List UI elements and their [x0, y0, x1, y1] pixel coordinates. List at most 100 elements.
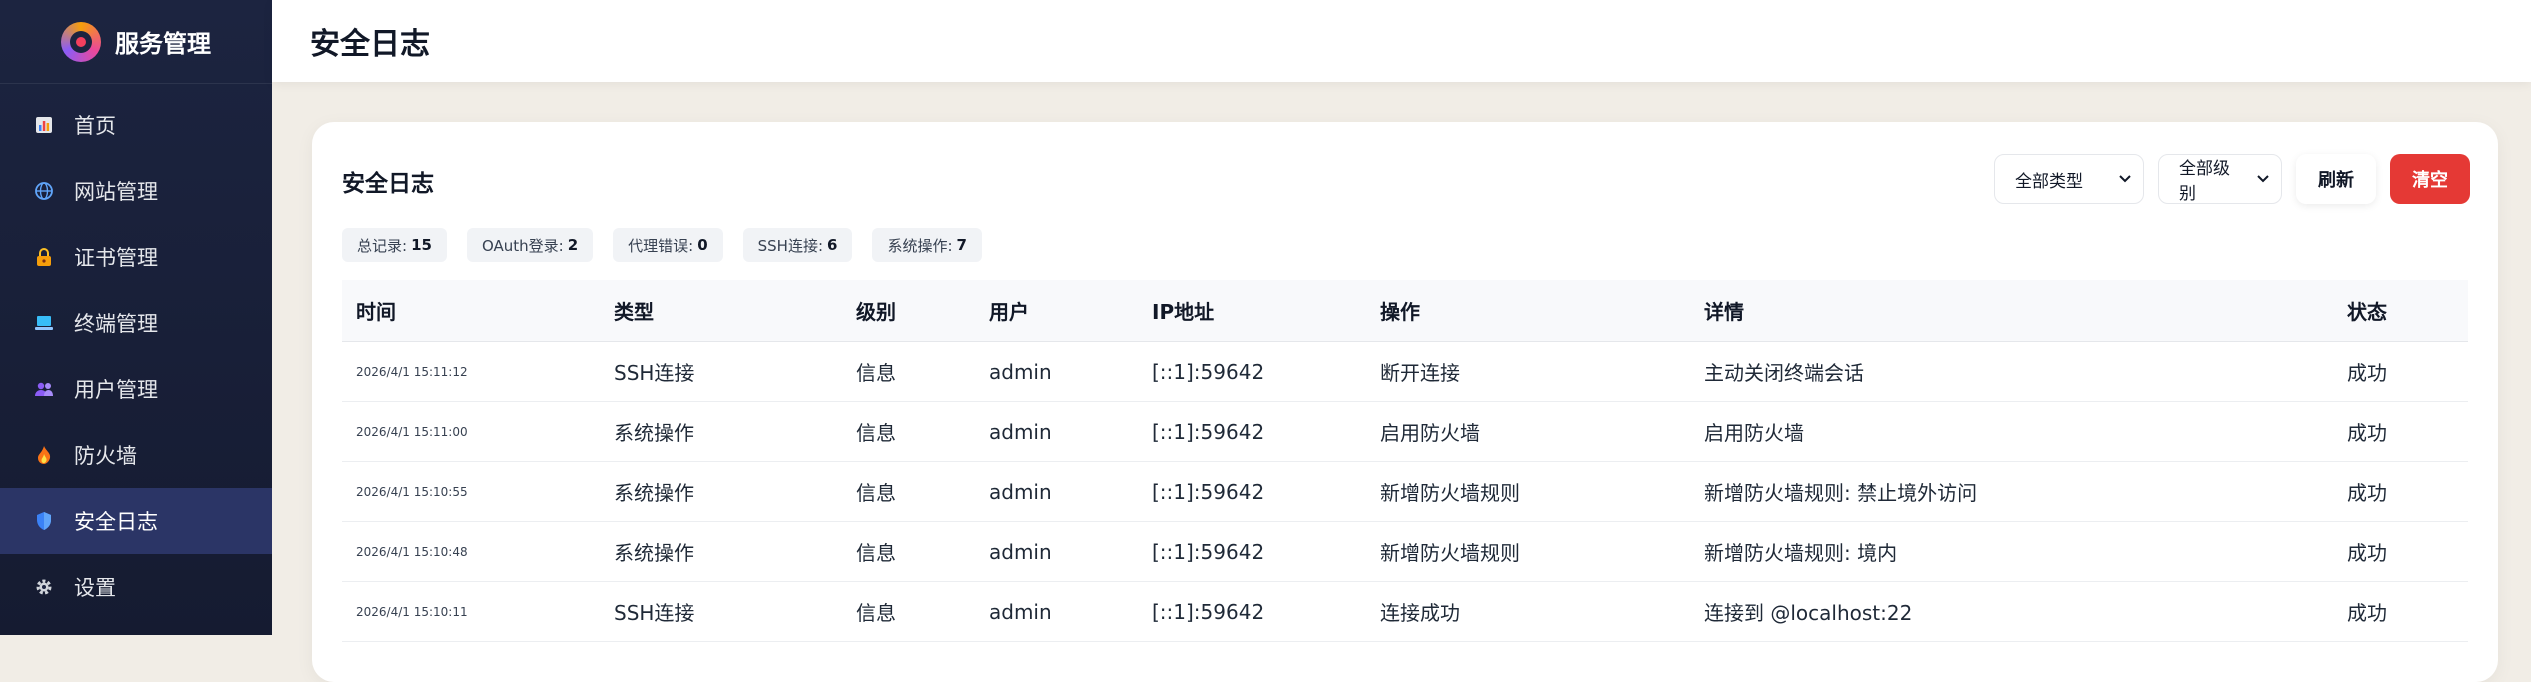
stat-label: 代理错误:: [628, 236, 694, 255]
cell-time: 2026/4/1 15:10:48: [356, 544, 468, 559]
sidebar-nav: 首页 网站管理 证书管理 终端管理 用户管理 防火墙 安全日志 设置: [0, 84, 272, 620]
cell-detail: 连接到 @localhost:22: [1704, 601, 1913, 625]
stat-system-ops: 系统操作: 7: [872, 228, 982, 262]
stat-label: 系统操作:: [887, 236, 953, 255]
stat-ssh: SSH连接: 6: [742, 228, 853, 262]
cell-ip: [::1]:59642: [1152, 359, 1265, 384]
lock-icon: [34, 247, 54, 267]
fire-icon: [34, 445, 54, 465]
stat-value: 15: [411, 236, 432, 254]
stat-label: SSH连接:: [757, 236, 824, 255]
sidebar-item-users[interactable]: 用户管理: [0, 356, 272, 422]
column-header-ip: IP地址: [1152, 300, 1215, 324]
sidebar-item-label: 证书管理: [74, 246, 158, 270]
sidebar-item-security-logs[interactable]: 安全日志: [0, 488, 272, 554]
cell-user: admin: [989, 539, 1052, 564]
security-log-card: 安全日志 全部类型 全部级别 刷新 清空 总记录: 15 OAuth登录: 2 代理…: [312, 122, 2498, 682]
sidebar-item-websites[interactable]: 网站管理: [0, 158, 272, 224]
column-header-time: 时间: [356, 300, 396, 324]
cell-detail: 新增防火墙规则: 境内: [1704, 541, 1898, 565]
cell-level: 信息: [856, 421, 896, 445]
column-header-type: 类型: [614, 300, 654, 324]
chevron-down-icon: [2119, 171, 2131, 187]
users-icon: [34, 379, 54, 399]
shield-icon: [34, 511, 54, 531]
stat-value: 7: [956, 236, 967, 254]
globe-icon: [34, 181, 54, 201]
sidebar-item-settings[interactable]: 设置: [0, 554, 272, 620]
page-title: 安全日志: [310, 27, 430, 62]
cell-ip: [::1]:59642: [1152, 599, 1265, 624]
cell-operation: 断开连接: [1380, 361, 1460, 385]
stat-value: 2: [567, 236, 579, 254]
stat-proxy-errors: 代理错误: 0: [613, 228, 723, 262]
sidebar-item-terminals[interactable]: 终端管理: [0, 290, 272, 356]
cell-ip: [::1]:59642: [1152, 539, 1265, 564]
stat-value: 6: [827, 236, 838, 254]
bar-chart-icon: [34, 115, 54, 135]
sidebar-item-label: 网站管理: [74, 180, 158, 204]
cell-user: admin: [989, 419, 1052, 444]
cell-operation: 启用防火墙: [1380, 421, 1480, 445]
cell-ip: [::1]:59642: [1152, 419, 1265, 444]
cell-type: 系统操作: [614, 481, 694, 505]
stat-label: 总记录:: [357, 236, 408, 255]
top-header: 安全日志: [272, 0, 2531, 82]
column-header-detail: 详情: [1704, 300, 1744, 324]
type-filter-value: 全部类型: [2015, 171, 2083, 192]
laptop-icon: [34, 313, 54, 333]
sidebar-item-home[interactable]: 首页: [0, 92, 272, 158]
table-row: 2026/4/1 15:11:00 系统操作 信息 admin [::1]:59…: [342, 402, 2468, 462]
app-title: 服务管理: [115, 30, 211, 58]
cell-operation: 新增防火墙规则: [1380, 481, 1520, 505]
level-filter-value: 全部级别: [2179, 159, 2230, 204]
cell-user: admin: [989, 479, 1052, 504]
cell-status: 成功: [2347, 361, 2387, 385]
card-title: 安全日志: [342, 171, 434, 197]
cell-time: 2026/4/1 15:10:55: [356, 484, 468, 499]
stat-label: OAuth登录:: [481, 236, 564, 255]
cell-level: 信息: [856, 361, 896, 385]
cell-type: 系统操作: [614, 421, 694, 445]
cell-level: 信息: [856, 481, 896, 505]
cell-user: admin: [989, 359, 1052, 384]
type-filter-select[interactable]: 全部类型: [1994, 154, 2144, 204]
cell-level: 信息: [856, 541, 896, 565]
stat-value: 0: [697, 236, 708, 254]
brand: 服务管理: [0, 0, 272, 84]
cell-time: 2026/4/1 15:11:00: [356, 424, 468, 439]
cell-type: 系统操作: [614, 541, 694, 565]
cell-operation: 新增防火墙规则: [1380, 541, 1520, 565]
cell-detail: 新增防火墙规则: 禁止境外访问: [1704, 481, 1978, 505]
sidebar-item-label: 终端管理: [74, 312, 158, 336]
table-row: 2026/4/1 15:10:55 系统操作 信息 admin [::1]:59…: [342, 462, 2468, 522]
cell-status: 成功: [2347, 421, 2387, 445]
stat-oauth: OAuth登录: 2: [466, 228, 594, 262]
table-row: 2026/4/1 15:10:11 SSH连接 信息 admin [::1]:5…: [342, 582, 2468, 642]
app-logo-icon: [61, 21, 101, 62]
column-header-operation: 操作: [1380, 300, 1420, 324]
clear-button[interactable]: 清空: [2390, 154, 2470, 204]
column-header-level: 级别: [856, 300, 896, 324]
sidebar-item-label: 安全日志: [74, 510, 158, 534]
cell-status: 成功: [2347, 541, 2387, 565]
table-header: 时间 类型 级别 用户 IP地址 操作 详情 状态: [342, 280, 2468, 342]
refresh-button[interactable]: 刷新: [2296, 154, 2376, 204]
cell-level: 信息: [856, 601, 896, 625]
cell-status: 成功: [2347, 481, 2387, 505]
cell-status: 成功: [2347, 601, 2387, 625]
sidebar-item-certificates[interactable]: 证书管理: [0, 224, 272, 290]
sidebar-item-label: 设置: [74, 576, 116, 600]
sidebar-item-firewall[interactable]: 防火墙: [0, 422, 272, 488]
table-row: 2026/4/1 15:10:48 系统操作 信息 admin [::1]:59…: [342, 522, 2468, 582]
log-table: 时间 类型 级别 用户 IP地址 操作 详情 状态 2026/4/1 15:11…: [342, 280, 2468, 642]
sidebar-item-label: 防火墙: [74, 444, 137, 468]
cell-user: admin: [989, 599, 1052, 624]
stats-bar: 总记录: 15 OAuth登录: 2 代理错误: 0 SSH连接: 6 系统操作: 7: [342, 228, 982, 262]
level-filter-select[interactable]: 全部级别: [2158, 154, 2282, 204]
sidebar-item-label: 用户管理: [74, 378, 158, 402]
cell-type: SSH连接: [614, 601, 695, 625]
gear-icon: [34, 577, 54, 597]
sidebar-item-label: 首页: [74, 114, 116, 138]
column-header-user: 用户: [989, 300, 1029, 324]
